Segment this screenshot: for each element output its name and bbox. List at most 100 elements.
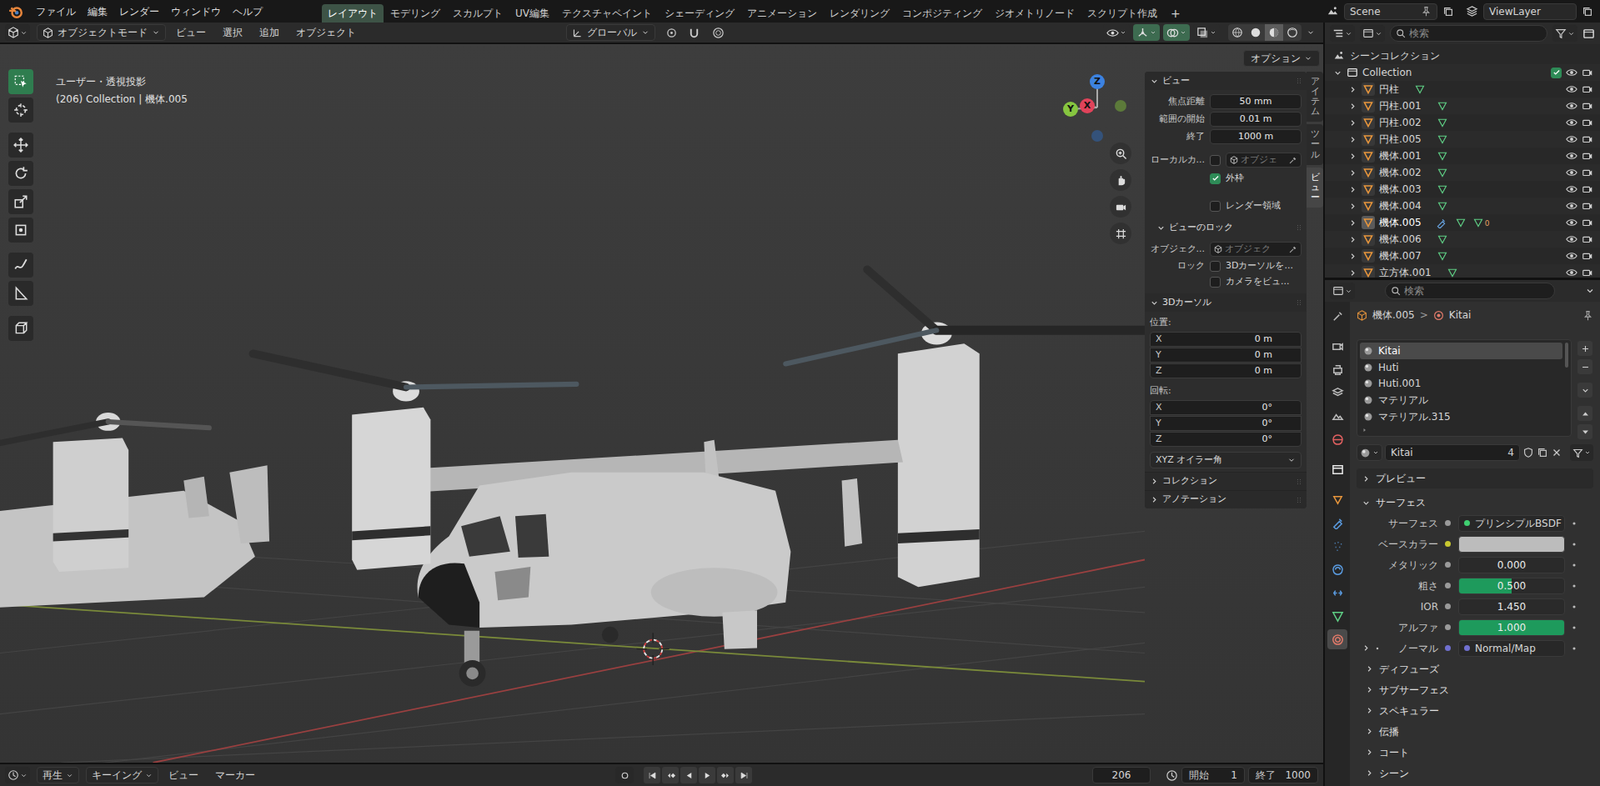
panel-header[interactable]: 伝播 xyxy=(1356,721,1594,743)
workspace-tab[interactable]: シェーディング xyxy=(658,4,741,23)
checkbox[interactable] xyxy=(1550,67,1562,79)
add-workspace-button[interactable]: + xyxy=(1163,4,1188,23)
camera-icon[interactable] xyxy=(1581,83,1594,96)
eye-icon[interactable] xyxy=(1565,233,1578,246)
eye-icon[interactable] xyxy=(1565,83,1578,96)
properties-tab[interactable] xyxy=(1327,305,1348,327)
panel-header[interactable]: シーン xyxy=(1356,762,1594,784)
link-dropdown[interactable]: Normal/Map xyxy=(1458,640,1565,658)
checkbox[interactable] xyxy=(1209,200,1221,212)
outliner-row[interactable]: 立方体.001 xyxy=(1324,264,1600,278)
editor-type-button[interactable] xyxy=(1329,282,1355,300)
properties-search-input[interactable] xyxy=(1404,283,1550,299)
checkbox[interactable] xyxy=(1209,260,1221,272)
view-layer-selector[interactable]: ViewLayer xyxy=(1483,3,1577,21)
outliner-row[interactable]: 機体.0050 xyxy=(1324,214,1600,231)
workspace-tab[interactable]: モデリング xyxy=(384,4,447,23)
properties-tab[interactable] xyxy=(1327,359,1348,380)
socket-dot[interactable] xyxy=(1444,624,1451,631)
menu-item[interactable]: 編集 xyxy=(81,4,114,20)
camera-icon[interactable] xyxy=(1581,233,1594,246)
chevron-down-icon[interactable] xyxy=(1306,28,1315,37)
frame-range-field[interactable]: 終了1000 xyxy=(1248,767,1319,784)
camera-icon[interactable] xyxy=(1581,150,1594,162)
chevron-right-icon[interactable] xyxy=(1361,643,1371,653)
workspace-tab[interactable]: テクスチャペイント xyxy=(556,4,658,23)
number-slider[interactable]: 0.000 xyxy=(1458,556,1565,574)
timeline-menu[interactable]: ビュー xyxy=(161,767,206,783)
panel-header[interactable]: プレビュー xyxy=(1356,468,1594,489)
socket-dot[interactable] xyxy=(1444,603,1451,610)
viewport-menu[interactable]: オブジェクト xyxy=(289,25,363,41)
frame-range-field[interactable]: 開始1 xyxy=(1181,767,1245,784)
keyframe-icon[interactable] xyxy=(1569,623,1579,632)
viewport-canvas[interactable]: ユーザー・透視投影(206) Collection | 機体.005XYZ xyxy=(0,44,1145,763)
eye-icon[interactable] xyxy=(1565,133,1578,146)
workspace-tab[interactable]: アニメーション xyxy=(741,4,823,23)
remove-slot-button[interactable] xyxy=(1577,359,1593,375)
viewport[interactable]: ユーザー・透視投影(206) Collection | 機体.005XYZ オプ… xyxy=(0,44,1324,763)
rotation-mode-dropdown[interactable]: XYZ オイラー角 xyxy=(1149,451,1302,469)
properties-tab[interactable] xyxy=(1327,382,1348,403)
slot-row[interactable]: Kitai xyxy=(1359,342,1563,360)
editor-type-button[interactable] xyxy=(1329,25,1355,42)
viewport-menu[interactable]: ビュー xyxy=(169,25,213,41)
camera-icon[interactable] xyxy=(1581,216,1594,229)
duplicate-icon[interactable] xyxy=(1536,446,1549,459)
search-field[interactable] xyxy=(1384,282,1555,300)
eye-icon[interactable] xyxy=(1565,166,1578,179)
properties-tab[interactable] xyxy=(1327,512,1348,533)
panel-header[interactable]: ビューのロック xyxy=(1144,218,1307,237)
editor-type-button[interactable] xyxy=(5,24,31,41)
snap-icon[interactable] xyxy=(687,26,701,40)
jump-start-button[interactable] xyxy=(643,767,661,784)
menu-item[interactable]: レンダー xyxy=(113,4,166,20)
tool-button[interactable] xyxy=(8,217,34,243)
editor-type-button[interactable] xyxy=(5,767,31,784)
outliner-row[interactable]: 円柱.001 xyxy=(1324,97,1600,115)
slot-row[interactable]: マテリアル xyxy=(1359,391,1563,409)
panel-header[interactable]: 3Dカーソル xyxy=(1144,293,1307,312)
camera-icon[interactable] xyxy=(1581,133,1594,146)
viewport-toggle[interactable] xyxy=(1163,24,1190,41)
move-up-button[interactable] xyxy=(1577,406,1593,422)
panel-header[interactable]: コート xyxy=(1356,742,1594,763)
grid-button[interactable] xyxy=(1109,222,1132,245)
outliner-search-input[interactable] xyxy=(1409,25,1542,41)
viewport-toggle[interactable] xyxy=(1103,24,1130,41)
checkbox[interactable] xyxy=(1209,155,1221,166)
workspace-tab[interactable]: ジオメトリノード xyxy=(988,4,1081,23)
eye-icon[interactable] xyxy=(1565,250,1578,262)
outliner-row[interactable]: シーンコレクション xyxy=(1324,47,1600,65)
keyframe-icon[interactable] xyxy=(1569,644,1579,653)
fake-user-icon[interactable] xyxy=(1522,446,1535,459)
socket-dot[interactable] xyxy=(1444,541,1451,547)
mode-dropdown[interactable]: オブジェクトモード xyxy=(36,24,166,41)
tool-button[interactable] xyxy=(8,160,34,186)
camera-icon[interactable] xyxy=(1581,266,1594,278)
keying-dropdown[interactable]: キーイング xyxy=(85,767,159,784)
socket-dot[interactable] xyxy=(1444,582,1451,589)
keyframe-icon[interactable] xyxy=(1569,519,1579,528)
outliner-row[interactable]: 機体.006 xyxy=(1324,230,1600,248)
display-mode-button[interactable] xyxy=(1359,25,1385,42)
properties-tab[interactable] xyxy=(1327,336,1348,357)
vector-component[interactable]: Z0° xyxy=(1149,431,1302,447)
eye-icon[interactable] xyxy=(1565,150,1578,162)
eye-icon[interactable] xyxy=(1565,183,1578,196)
next-key-button[interactable] xyxy=(717,767,734,784)
pan-button[interactable] xyxy=(1109,169,1132,191)
copy-icon[interactable] xyxy=(1442,5,1455,18)
sidebar-tab[interactable]: アイテム xyxy=(1306,71,1324,122)
shading-button[interactable] xyxy=(1283,24,1302,41)
eye-icon[interactable] xyxy=(1565,66,1578,79)
eye-icon[interactable] xyxy=(1565,200,1578,212)
workspace-tab[interactable]: スクリプト作成 xyxy=(1081,4,1164,23)
scene-selector[interactable]: Scene xyxy=(1344,3,1438,21)
eye-icon[interactable] xyxy=(1565,216,1578,229)
shading-button[interactable] xyxy=(1246,24,1265,41)
vector-component[interactable]: Z0 m xyxy=(1149,363,1302,379)
properties-tab[interactable] xyxy=(1327,582,1348,603)
outliner-row[interactable]: Collection xyxy=(1324,64,1600,81)
pivot-icon[interactable] xyxy=(665,26,678,40)
